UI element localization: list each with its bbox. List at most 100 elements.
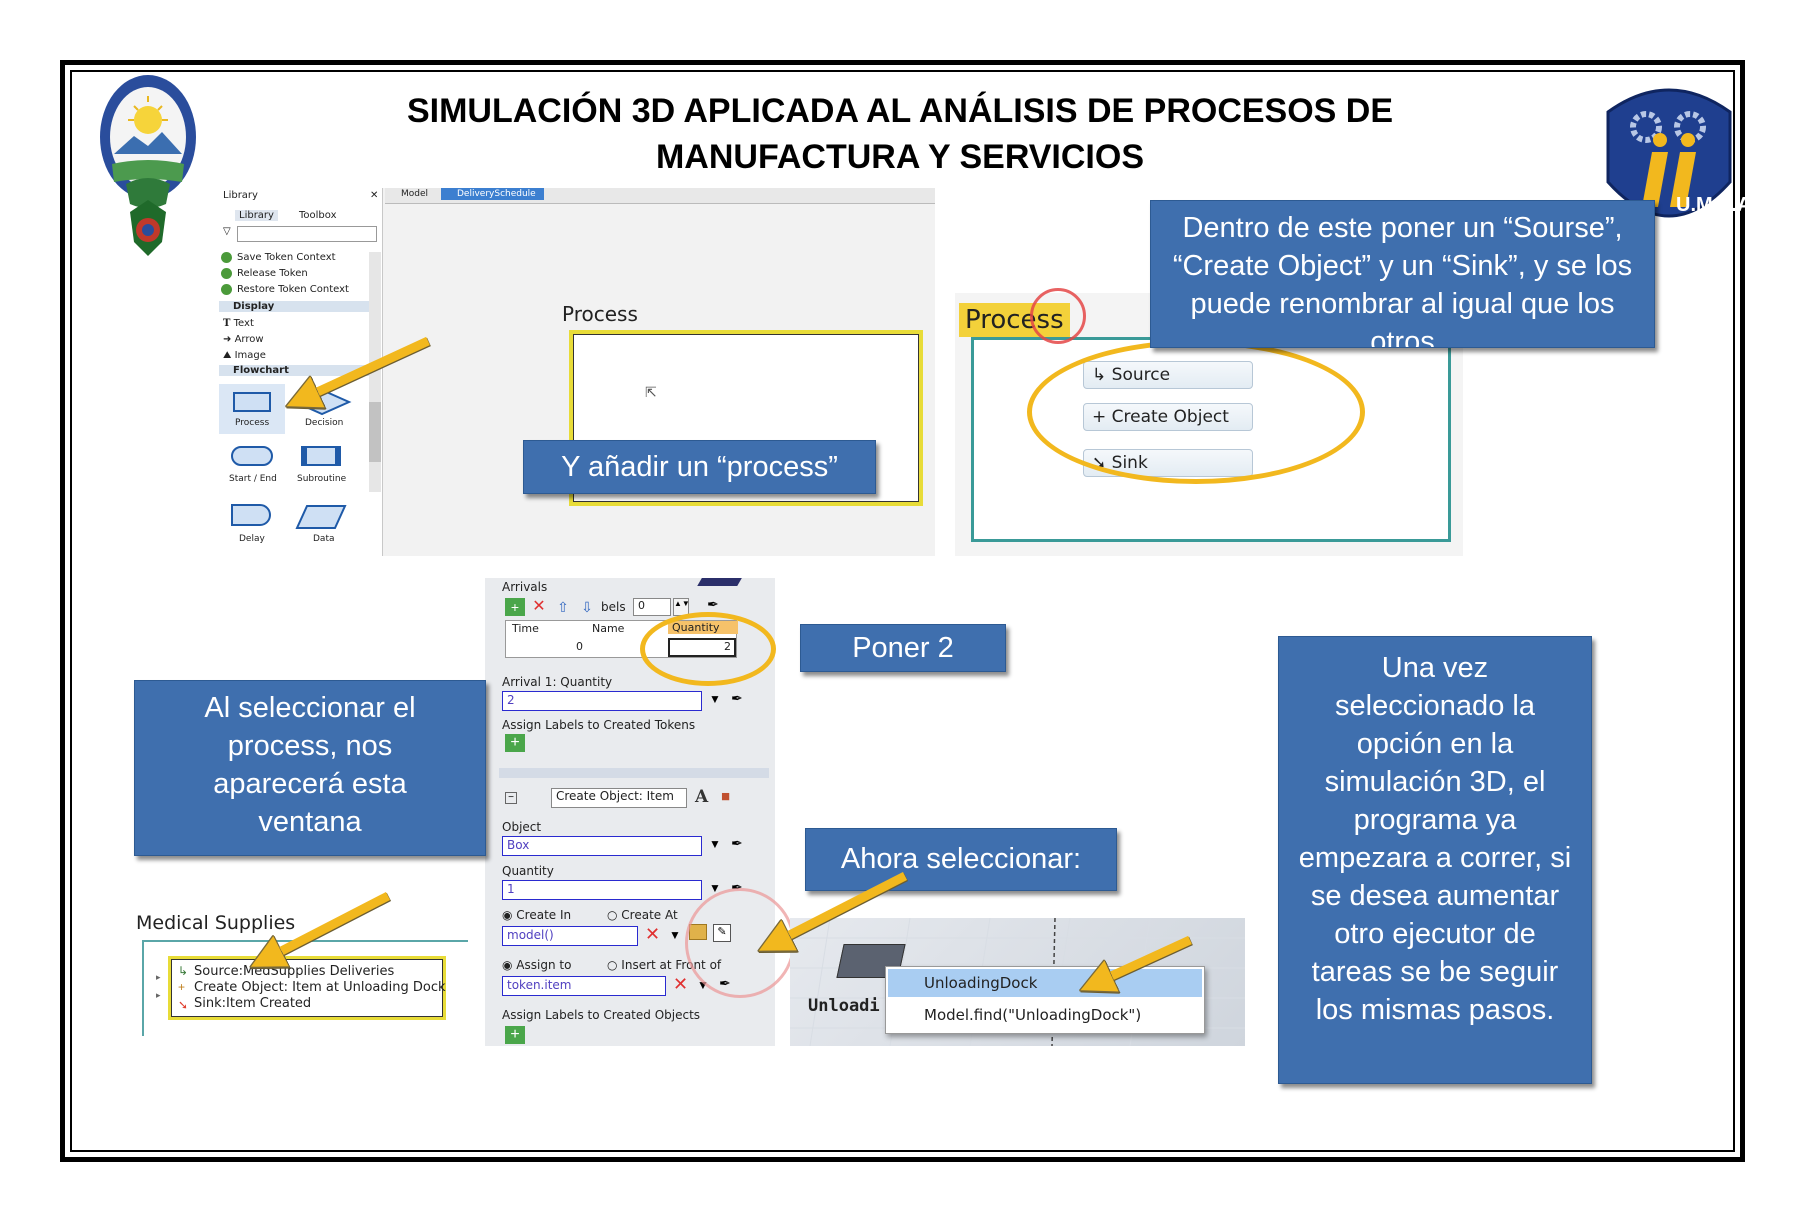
shape-delay[interactable]: Delay <box>219 498 285 556</box>
clear-icon[interactable]: ✕ <box>673 974 688 995</box>
display-section-label: Display <box>233 301 275 312</box>
labels-count-input[interactable]: 0 <box>633 598 671 616</box>
shape-subroutine[interactable]: Subroutine <box>289 440 355 490</box>
sink-icon: ➘ <box>178 998 189 1012</box>
shape-label: Decision <box>305 418 344 428</box>
screenshot-3d-context-menu: Unloadi UnloadingDock Model.find("Unload… <box>790 918 1245 1046</box>
menu-item-model-find[interactable]: Model.find("UnloadingDock") <box>888 1001 1202 1029</box>
library-scrollbar[interactable] <box>369 252 381 492</box>
col-time: Time <box>512 622 539 635</box>
university-crest-logo <box>96 72 200 262</box>
shape-label: Process <box>235 418 270 428</box>
assign-labels-objects: Assign Labels to Created Objects <box>502 1008 701 1022</box>
shape-label: Data <box>313 534 335 544</box>
delete-row-icon[interactable]: ✕ <box>529 598 549 616</box>
library-close-icon[interactable]: ✕ <box>370 190 378 201</box>
screenshot-library-process: Library ✕ Library Toolbox ▽ Save Token C… <box>215 188 935 556</box>
title-line-1: SIMULACIÓN 3D APLICADA AL ANÁLISIS DE PR… <box>406 92 1394 130</box>
selection-box[interactable]: Source:MedSupplies Deliveries Create Obj… <box>168 956 446 1020</box>
shape-label: Subroutine <box>297 474 347 484</box>
tab-model[interactable]: Model <box>401 189 428 199</box>
library-item[interactable]: Release Token <box>237 268 308 279</box>
decision-shape-icon <box>292 388 352 416</box>
library-panel: Library ✕ Library Toolbox ▽ Save Token C… <box>215 188 383 556</box>
eyedropper-icon[interactable]: ✒ <box>731 835 743 852</box>
scrollbar-thumb[interactable] <box>369 402 381 462</box>
library-tab[interactable]: Library <box>235 210 278 221</box>
callout-una-vez: Una vez seleccionado la opción en la sim… <box>1278 636 1592 1084</box>
assign-to-radio[interactable]: ◉ Assign to <box>502 958 571 972</box>
process-label: Process <box>562 302 638 326</box>
cell-time[interactable]: 0 <box>576 640 583 653</box>
dark-corner-shape <box>697 578 749 586</box>
add-row-icon[interactable]: + <box>505 598 525 616</box>
add-label-icon[interactable]: + <box>505 1026 525 1044</box>
display-section[interactable]: Display <box>219 301 369 312</box>
delay-shape-icon <box>231 504 271 526</box>
callout-ahora-seleccionar: Ahora seleccionar: <box>805 828 1117 891</box>
add-label-icon[interactable]: + <box>505 734 525 752</box>
flowchart-section[interactable]: Flowchart <box>219 365 369 376</box>
library-item-arrow[interactable]: ➜ Arrow <box>223 334 264 345</box>
dropdown-arrow-icon[interactable]: ▼ <box>709 692 721 706</box>
font-icon[interactable]: A <box>695 787 708 807</box>
move-up-icon[interactable]: ⇧ <box>553 598 573 616</box>
tab-delivery-schedule[interactable]: DeliverySchedule <box>441 188 544 200</box>
shape-decision[interactable]: Decision <box>289 384 355 434</box>
red-highlight-circle <box>1030 288 1086 344</box>
shape-label: Start / End <box>229 474 277 484</box>
yellow-highlight-ellipse <box>1027 340 1365 484</box>
dropdown-arrow-icon[interactable]: ▼ <box>669 928 681 942</box>
unloading-dock-label: Unloadi <box>808 996 880 1016</box>
object-field[interactable]: Box <box>502 836 702 856</box>
page-title: SIMULACIÓN 3D APLICADA AL ANÁLISIS DE PR… <box>300 88 1500 180</box>
create-icon: + <box>178 980 186 994</box>
arrivals-label: Arrivals <box>502 580 548 594</box>
expand-arrow-icon[interactable]: ▸ <box>156 990 161 1001</box>
toolbox-tab[interactable]: Toolbox <box>299 210 337 221</box>
eyedropper-icon[interactable]: ✒ <box>731 690 743 707</box>
data-shape-icon <box>295 505 347 529</box>
callout-add-process: Y añadir un “process” <box>523 440 876 494</box>
shape-process[interactable]: Process <box>219 384 285 434</box>
create-in-label: Create In <box>516 908 572 922</box>
create-object-title[interactable]: Create Object: Item <box>551 788 687 808</box>
library-item[interactable]: Save Token Context <box>237 252 336 263</box>
flowchart-section-label: Flowchart <box>233 365 289 376</box>
create-at-radio[interactable]: ○ Create At <box>607 908 678 922</box>
process-shape-icon <box>233 392 271 412</box>
clear-icon[interactable]: ✕ <box>645 924 660 945</box>
object-label: Object <box>502 820 542 834</box>
library-search-input[interactable] <box>237 226 377 242</box>
filter-icon[interactable]: ▽ <box>223 226 231 237</box>
labels-text: bels <box>601 600 626 614</box>
medical-row-sink[interactable]: Sink:Item Created <box>194 996 311 1011</box>
move-down-icon[interactable]: ⇩ <box>577 598 597 616</box>
medical-row-create[interactable]: Create Object: Item at Unloading Dock <box>194 980 446 995</box>
collapse-icon[interactable]: − <box>505 792 517 804</box>
col-name: Name <box>592 622 625 635</box>
create-in-field[interactable]: model() <box>502 926 638 946</box>
arrival-quantity-field[interactable]: 2 <box>502 691 702 711</box>
menu-item-unloading-dock[interactable]: UnloadingDock <box>888 969 1202 997</box>
arrival-quantity-label: Arrival 1: Quantity <box>502 675 613 689</box>
start-end-shape-icon <box>231 446 273 466</box>
model-tabbar: Model DeliverySchedule <box>385 188 935 204</box>
palette-icon[interactable]: ■ <box>721 788 730 805</box>
eyedropper-icon[interactable]: ✒ <box>707 596 719 613</box>
screenshot-medical-supplies: Medical Supplies Source:MedSupplies Deli… <box>134 910 470 1038</box>
library-item[interactable]: Restore Token Context <box>237 284 349 295</box>
shape-data[interactable]: Data <box>289 498 355 556</box>
expand-arrow-icon[interactable]: ▸ <box>156 972 161 983</box>
assign-to-field[interactable]: token.item <box>502 976 666 996</box>
medical-row-source[interactable]: Source:MedSupplies Deliveries <box>194 964 394 979</box>
callout-inside-process: Dentro de este poner un “Sourse”, “Creat… <box>1150 200 1655 348</box>
quantity-field[interactable]: 1 <box>502 880 702 900</box>
token-icon <box>221 268 232 279</box>
library-item-image[interactable]: ⛰ Image <box>223 350 266 361</box>
create-in-radio[interactable]: ◉ Create In <box>502 908 571 922</box>
library-item-text[interactable]: T Text <box>223 318 254 329</box>
dropdown-arrow-icon[interactable]: ▼ <box>709 837 721 851</box>
mouse-cursor-icon: ⇱ <box>645 384 657 400</box>
shape-start-end[interactable]: Start / End <box>219 440 285 490</box>
